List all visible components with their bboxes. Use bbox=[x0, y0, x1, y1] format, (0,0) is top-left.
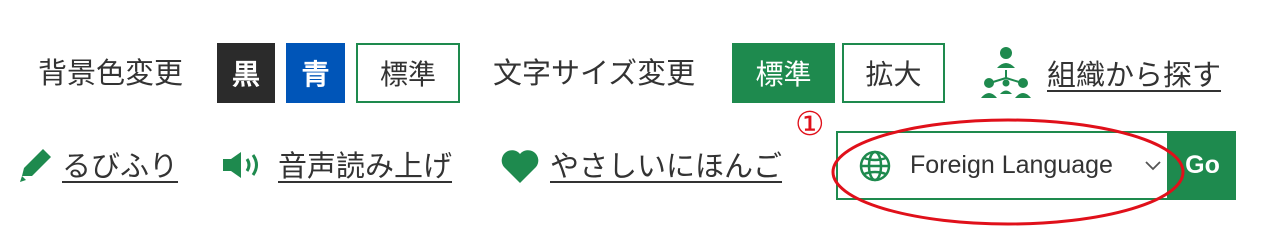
annotation-marker: ① bbox=[795, 104, 825, 143]
background-black-button[interactable]: 黒 bbox=[217, 43, 275, 103]
language-select-value: Foreign Language bbox=[910, 151, 1113, 179]
org-search-link[interactable] bbox=[977, 46, 1035, 102]
font-size-large-button[interactable]: 拡大 bbox=[842, 43, 945, 103]
go-button[interactable]: Go bbox=[1169, 131, 1236, 200]
language-select[interactable]: Foreign Language bbox=[836, 131, 1169, 200]
organization-icon bbox=[981, 47, 1031, 98]
org-search-label[interactable]: 組織から探す bbox=[1047, 52, 1221, 94]
speech-link[interactable]: 音声読み上げ bbox=[278, 143, 452, 185]
background-blue-button[interactable]: 青 bbox=[286, 43, 345, 103]
furigana-link[interactable]: るびふり bbox=[62, 143, 178, 185]
heart-icon bbox=[500, 147, 540, 185]
font-size-standard-button[interactable]: 標準 bbox=[732, 43, 835, 103]
background-standard-button[interactable]: 標準 bbox=[356, 43, 460, 103]
background-color-label: 背景色変更 bbox=[38, 56, 184, 90]
easy-japanese-link[interactable]: やさしいにほんご bbox=[550, 143, 782, 185]
font-size-label: 文字サイズ変更 bbox=[493, 56, 696, 90]
globe-icon bbox=[859, 150, 891, 181]
pencil-icon bbox=[16, 146, 54, 184]
speaker-icon bbox=[221, 151, 267, 179]
chevron-down-icon bbox=[1145, 160, 1161, 170]
